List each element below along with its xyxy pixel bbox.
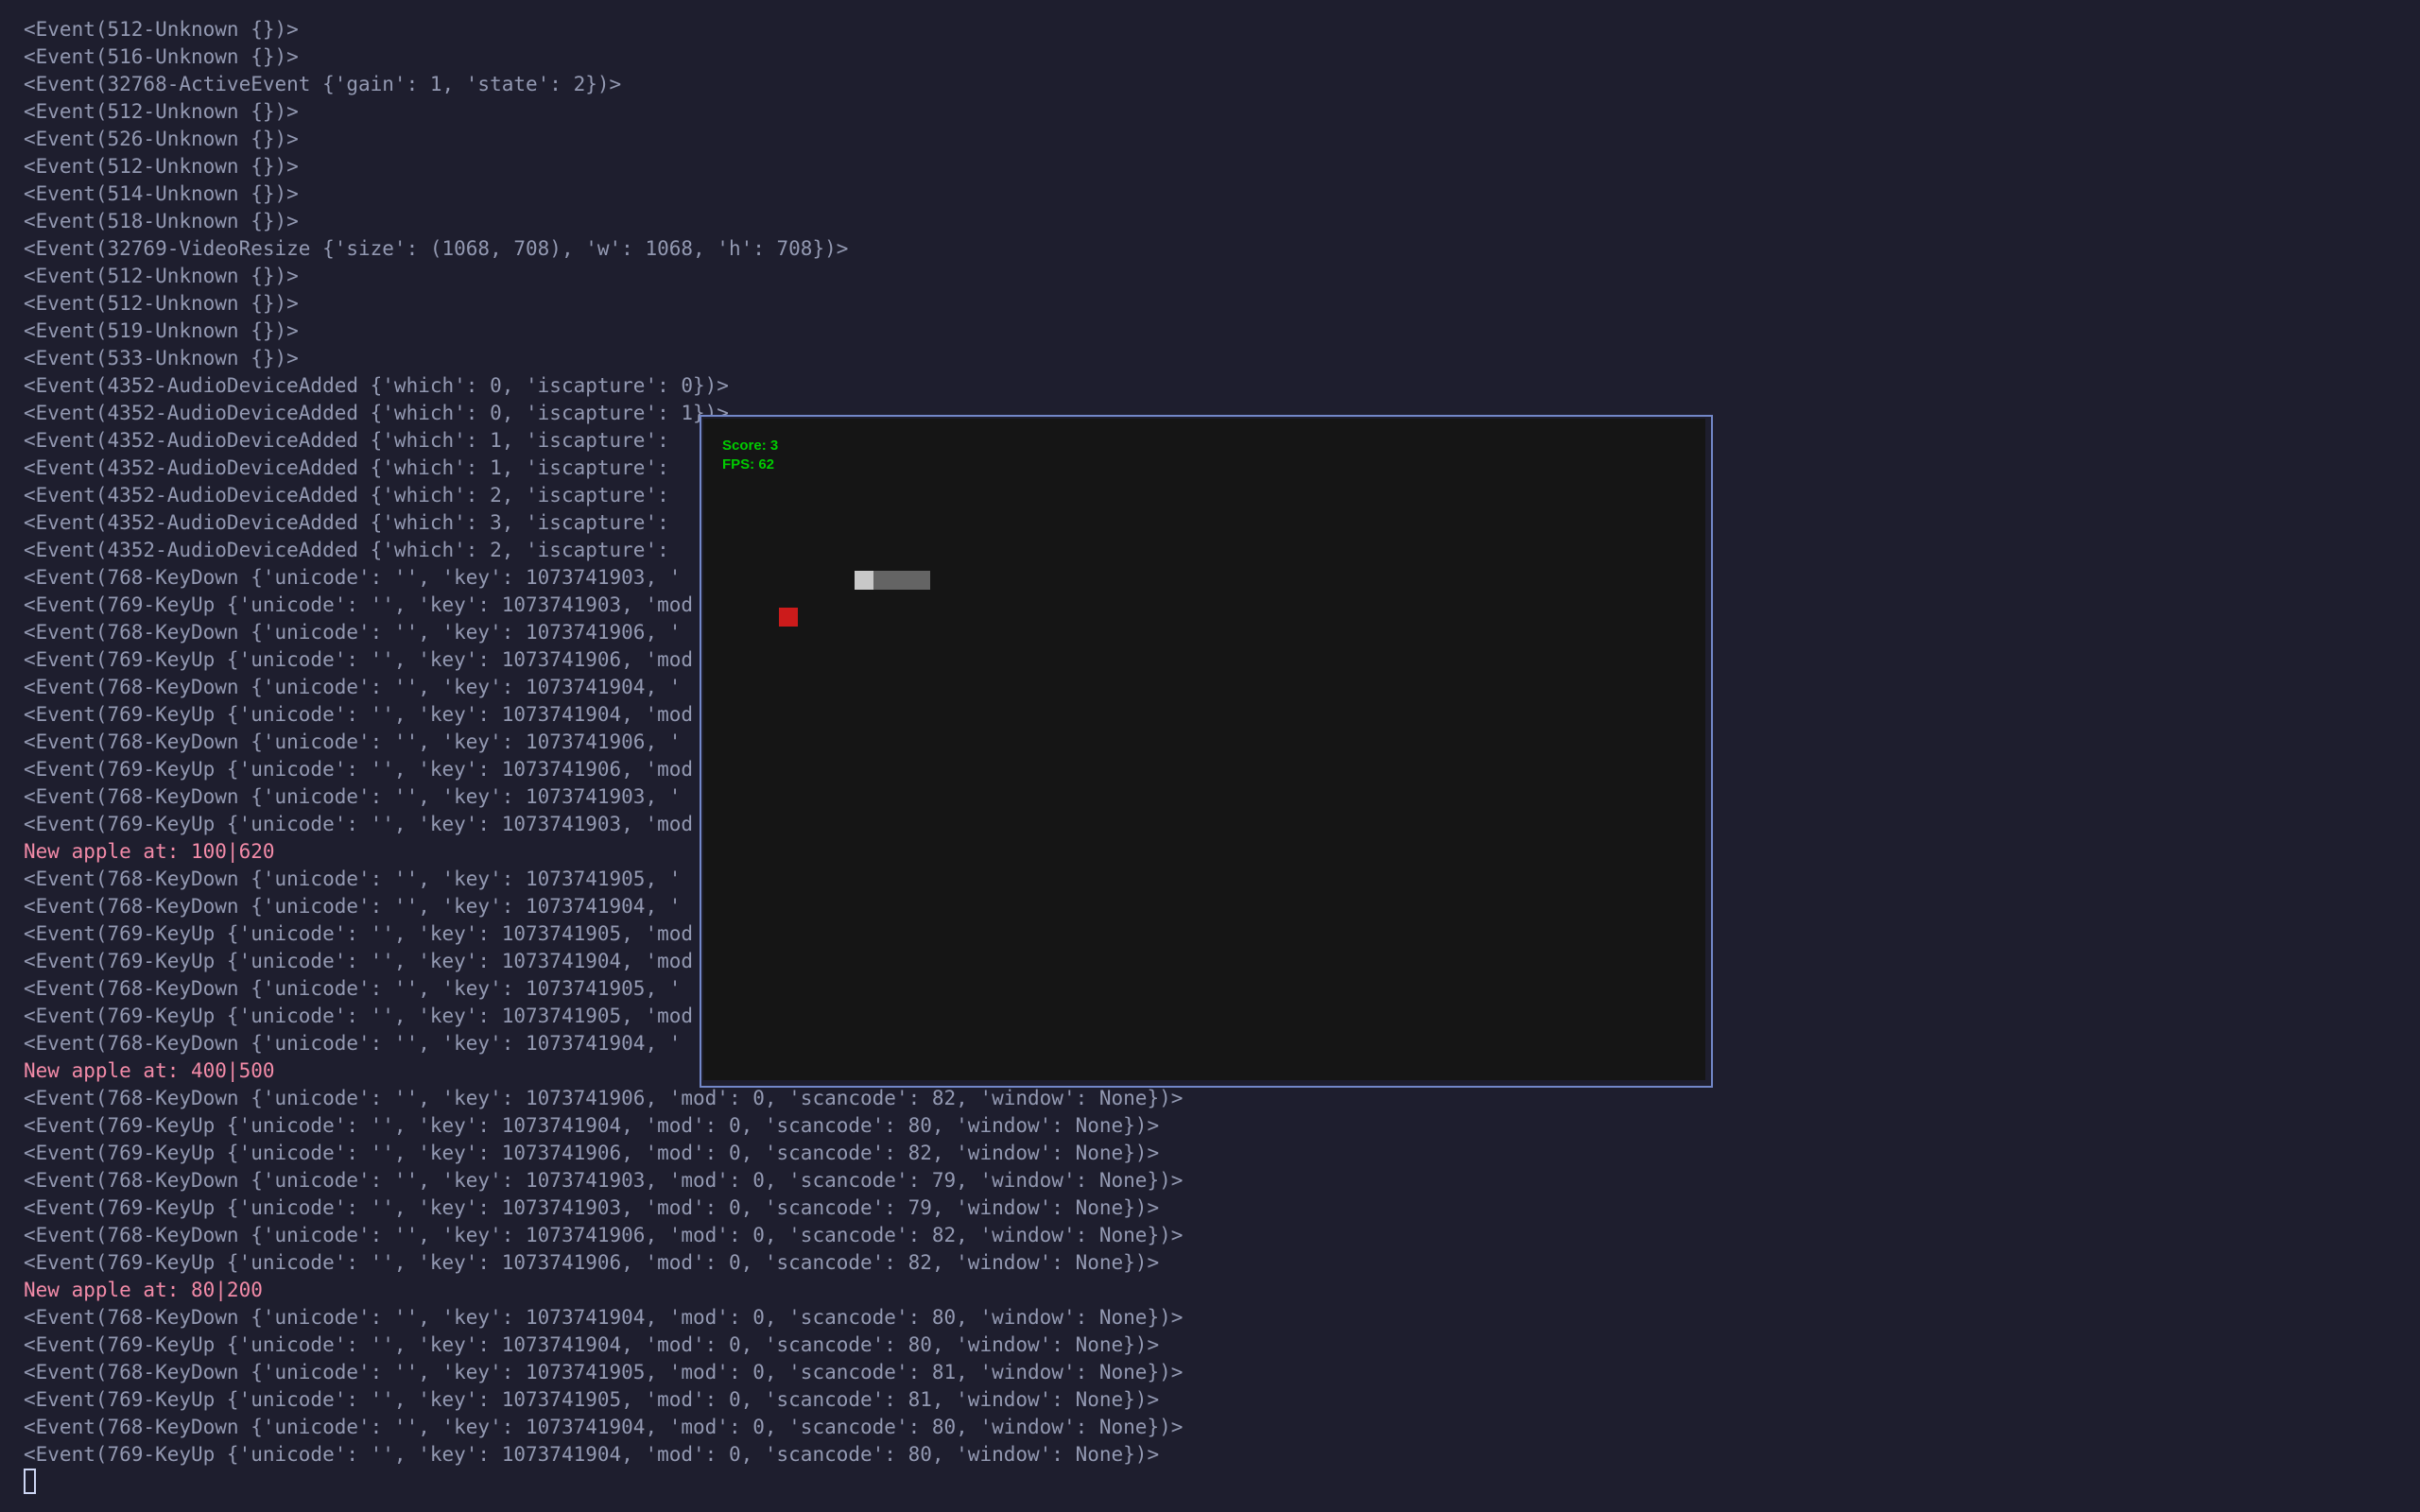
terminal-prompt[interactable]	[24, 1469, 36, 1494]
event-log-line: <Event(512-Unknown {})>	[24, 155, 299, 178]
snake-game-window[interactable]: Score: 3 FPS: 62	[700, 415, 1713, 1088]
fps-label: FPS: 62	[722, 456, 775, 472]
event-log-line: <Event(533-Unknown {})>	[24, 347, 299, 369]
event-log-line: <Event(514-Unknown {})>	[24, 182, 299, 205]
text-cursor	[24, 1469, 36, 1494]
event-log-line: <Event(769-KeyUp {'unicode': '', 'key': …	[24, 1333, 1160, 1356]
event-log-line: <Event(768-KeyDown {'unicode': '', 'key'…	[24, 1361, 1184, 1383]
snake-body-segment	[892, 571, 911, 590]
event-log-line: <Event(512-Unknown {})>	[24, 100, 299, 123]
event-log-line: <Event(32769-VideoResize {'size': (1068,…	[24, 237, 849, 260]
snake-head	[855, 571, 873, 590]
event-log-line: <Event(32768-ActiveEvent {'gain': 1, 'st…	[24, 73, 622, 95]
event-log-line: <Event(526-Unknown {})>	[24, 128, 299, 150]
score-label: Score: 3	[722, 438, 779, 454]
event-log-line: <Event(4352-AudioDeviceAdded {'which': 0…	[24, 374, 729, 397]
event-log-line: <Event(519-Unknown {})>	[24, 319, 299, 342]
event-log-line: <Event(512-Unknown {})>	[24, 292, 299, 315]
event-log-line: <Event(768-KeyDown {'unicode': '', 'key'…	[24, 1306, 1184, 1329]
event-log-line: <Event(769-KeyUp {'unicode': '', 'key': …	[24, 1196, 1160, 1219]
event-log-line: <Event(518-Unknown {})>	[24, 210, 299, 232]
apple-log-line: New apple at: 80|200	[24, 1279, 263, 1301]
apple	[779, 608, 798, 627]
event-log-line: <Event(769-KeyUp {'unicode': '', 'key': …	[24, 1443, 1160, 1466]
snake-body-segment	[911, 571, 930, 590]
event-log-line: <Event(769-KeyUp {'unicode': '', 'key': …	[24, 1251, 1160, 1274]
snake-body-segment	[873, 571, 892, 590]
event-log-line: <Event(768-KeyDown {'unicode': '', 'key'…	[24, 1169, 1184, 1192]
event-log-line: <Event(768-KeyDown {'unicode': '', 'key'…	[24, 1087, 1184, 1109]
event-log-line: <Event(769-KeyUp {'unicode': '', 'key': …	[24, 1142, 1160, 1164]
event-log-line: <Event(768-KeyDown {'unicode': '', 'key'…	[24, 1416, 1184, 1438]
event-log-line: <Event(769-KeyUp {'unicode': '', 'key': …	[24, 1388, 1160, 1411]
event-log-line: <Event(512-Unknown {})>	[24, 18, 299, 41]
event-log-line: <Event(512-Unknown {})>	[24, 265, 299, 287]
event-log-line: <Event(516-Unknown {})>	[24, 45, 299, 68]
event-log-line: <Event(768-KeyDown {'unicode': '', 'key'…	[24, 1224, 1184, 1246]
game-canvas[interactable]: Score: 3 FPS: 62	[703, 419, 1705, 1080]
event-log-line: <Event(769-KeyUp {'unicode': '', 'key': …	[24, 1114, 1160, 1137]
